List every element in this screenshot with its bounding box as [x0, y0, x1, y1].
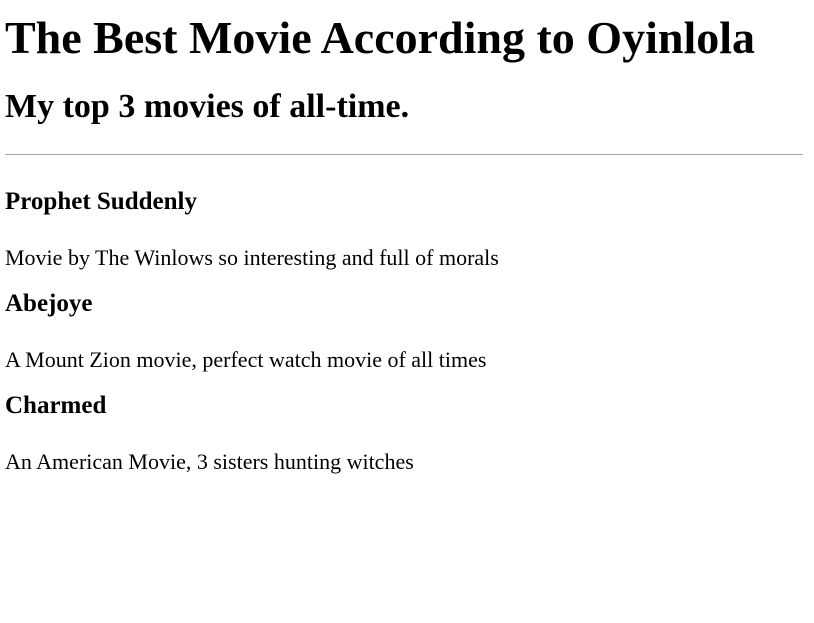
movie-list: Prophet Suddenly Movie by The Winlows so… — [5, 187, 804, 475]
movie-description: Movie by The Winlows so interesting and … — [5, 245, 499, 270]
page: The Best Movie According to Oyinlola My … — [0, 0, 814, 623]
movie-description: An American Movie, 3 sisters hunting wit… — [5, 449, 414, 474]
movie-title: Abejoye — [5, 290, 93, 317]
movie-item: Charmed An American Movie, 3 sisters hun… — [5, 391, 804, 475]
movie-title: Charmed — [5, 392, 107, 419]
page-title: The Best Movie According to Oyinlola — [5, 12, 756, 63]
movie-item: Abejoye A Mount Zion movie, perfect watc… — [5, 289, 804, 373]
page-subtitle: My top 3 movies of all-time. — [5, 88, 410, 125]
movie-item: Prophet Suddenly Movie by The Winlows so… — [5, 187, 804, 271]
divider — [5, 154, 803, 155]
movie-description: A Mount Zion movie, perfect watch movie … — [5, 347, 487, 372]
movie-title: Prophet Suddenly — [5, 188, 197, 215]
